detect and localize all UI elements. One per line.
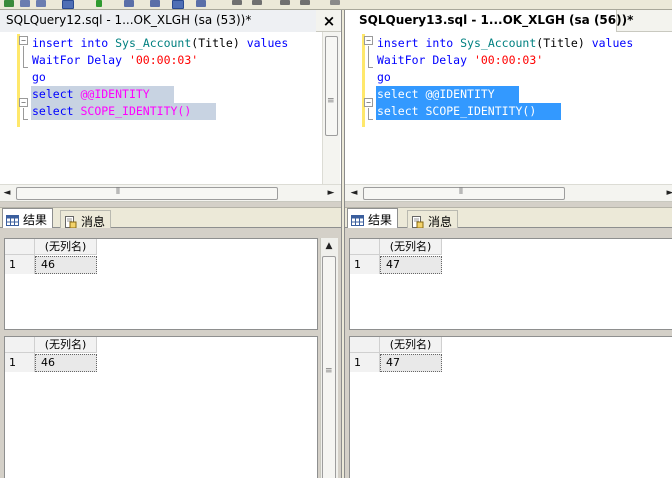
tab-messages[interactable]: 消息 [407, 210, 459, 229]
grip-icon: ≡ [325, 366, 333, 376]
left-results-area: (无列名) 1 46 (无列名) 1 46 ▲ ≡ [0, 228, 341, 478]
code-line-2: WaitFor Delay '00:00:03' [32, 53, 199, 67]
result-grid-2[interactable]: (无列名) 1 46 [4, 336, 318, 478]
column-header[interactable]: (无列名) [35, 337, 97, 353]
tab-messages-label: 消息 [81, 215, 106, 229]
grid-cell[interactable]: 46 [35, 256, 97, 274]
right-results-area: (无列名) 1 47 (无列名) 1 47 [345, 228, 672, 478]
scrollbar-thumb[interactable] [325, 36, 338, 136]
result-grid-1[interactable]: (无列名) 1 47 [349, 238, 672, 330]
left-results-tabbar: 结果 消息 [0, 208, 341, 229]
result-grid-2[interactable]: (无列名) 1 47 [349, 336, 672, 478]
tab-results-label: 结果 [368, 213, 393, 227]
result-grid-1[interactable]: (无列名) 1 46 [4, 238, 318, 330]
grip-icon: ⦀ [459, 187, 463, 197]
code-line-5: select SCOPE_IDENTITY() [31, 103, 216, 120]
grid-corner[interactable] [5, 239, 35, 255]
tab-results[interactable]: 结果 [347, 208, 399, 229]
grip-icon: ⦀ [116, 187, 120, 197]
grid-icon [6, 215, 19, 226]
tab-title: SQLQuery13.sql - 1...OK_XLGH (sa (56))* [359, 13, 634, 27]
editor-horizontal-scrollbar[interactable]: ◄ ⦀ ► [345, 184, 672, 202]
editor-horizontal-scrollbar[interactable]: ◄ ⦀ ► [0, 184, 341, 202]
toolbar-button-icon[interactable] [4, 0, 14, 7]
results-vertical-scrollbar[interactable]: ▲ ≡ [320, 238, 338, 478]
right-sql-editor[interactable]: − − insert into Sys_Account(Title) value… [345, 32, 672, 184]
code-line-3: go [377, 70, 391, 84]
code-line-5: select SCOPE_IDENTITY() [376, 103, 561, 120]
scroll-right-icon[interactable]: ► [324, 185, 338, 201]
tab-sqlquery12[interactable]: SQLQuery12.sql - 1...OK_XLGH (sa (53))* [0, 10, 316, 32]
modified-lines-indicator [17, 34, 20, 127]
toolbar-button-icon[interactable] [330, 0, 340, 5]
code-line-2: WaitFor Delay '00:00:03' [377, 53, 544, 67]
code-line-4: select @@IDENTITY [31, 86, 174, 103]
grid-corner[interactable] [350, 337, 380, 353]
toolbar-button-icon[interactable] [62, 0, 74, 9]
grid-cell[interactable]: 47 [380, 354, 442, 372]
tab-results-label: 结果 [23, 213, 48, 227]
toolbar-button-icon[interactable] [196, 0, 206, 7]
outline-line [368, 46, 369, 62]
toolbar-button-icon[interactable] [20, 0, 30, 7]
collapse-icon[interactable]: − [364, 98, 373, 107]
toolbar-button-icon[interactable] [280, 0, 290, 5]
scrollbar-thumb[interactable] [363, 187, 565, 200]
tab-results[interactable]: 结果 [2, 208, 54, 229]
left-query-pane: SQLQuery12.sql - 1...OK_XLGH (sa (53))* … [0, 10, 342, 478]
toolbar-button-icon[interactable] [150, 0, 160, 7]
toolbar-button-icon[interactable] [96, 0, 102, 7]
scroll-right-icon[interactable]: ► [663, 185, 672, 201]
grid-icon [351, 215, 364, 226]
left-sql-editor[interactable]: − − insert into Sys_Account(Title) value… [0, 32, 341, 184]
grid-corner[interactable] [350, 239, 380, 255]
tab-messages-label: 消息 [428, 215, 453, 229]
right-query-pane: SQLQuery13.sql - 1...OK_XLGH (sa (56))* … [344, 10, 672, 478]
grid-cell[interactable]: 46 [35, 354, 97, 372]
outline-line [23, 46, 24, 62]
toolbar-button-icon[interactable] [124, 0, 134, 7]
column-header[interactable]: (无列名) [35, 239, 97, 255]
scroll-left-icon[interactable]: ◄ [347, 185, 361, 201]
toolbar-button-icon[interactable] [232, 0, 242, 5]
grid-cell[interactable]: 47 [380, 256, 442, 274]
code-line-1: insert into Sys_Account(Title) values [32, 36, 289, 50]
collapse-icon[interactable]: − [19, 36, 28, 45]
toolbar-button-icon[interactable] [252, 0, 262, 5]
row-number[interactable]: 1 [350, 255, 380, 274]
collapse-icon[interactable]: − [19, 98, 28, 107]
row-number[interactable]: 1 [5, 353, 35, 372]
column-header[interactable]: (无列名) [380, 239, 442, 255]
editor-vertical-scrollbar[interactable]: ≡ [322, 32, 340, 184]
tab-messages[interactable]: 消息 [60, 210, 112, 229]
code-line-3: go [32, 70, 46, 84]
code-line-1: insert into Sys_Account(Title) values [377, 36, 634, 50]
row-number[interactable]: 1 [5, 255, 35, 274]
toolbar [0, 0, 672, 10]
toolbar-button-icon[interactable] [300, 0, 310, 5]
row-number[interactable]: 1 [350, 353, 380, 372]
toolbar-button-icon[interactable] [36, 0, 46, 7]
grip-icon: ≡ [327, 96, 335, 106]
tab-title: SQLQuery12.sql - 1...OK_XLGH (sa (53))* [6, 13, 252, 27]
toolbar-button-icon[interactable] [172, 0, 184, 9]
collapse-icon[interactable]: − [364, 36, 373, 45]
grid-corner[interactable] [5, 337, 35, 353]
close-icon[interactable]: × [321, 13, 337, 29]
right-results-tabbar: 结果 消息 [345, 208, 672, 229]
left-document-tabbar: SQLQuery12.sql - 1...OK_XLGH (sa (53))* … [0, 10, 341, 32]
scrollbar-thumb[interactable] [16, 187, 278, 200]
outline-line [368, 114, 373, 120]
right-document-tabbar: SQLQuery13.sql - 1...OK_XLGH (sa (56))* [345, 10, 672, 32]
tab-sqlquery13[interactable]: SQLQuery13.sql - 1...OK_XLGH (sa (56))* [345, 10, 633, 32]
outline-line [368, 62, 373, 68]
outline-line [23, 62, 28, 68]
code-line-4: select @@IDENTITY [376, 86, 519, 103]
column-header[interactable]: (无列名) [380, 337, 442, 353]
modified-lines-indicator [362, 34, 365, 127]
scroll-up-icon[interactable]: ▲ [322, 238, 336, 254]
scroll-left-icon[interactable]: ◄ [0, 185, 14, 201]
outline-line [23, 114, 28, 120]
